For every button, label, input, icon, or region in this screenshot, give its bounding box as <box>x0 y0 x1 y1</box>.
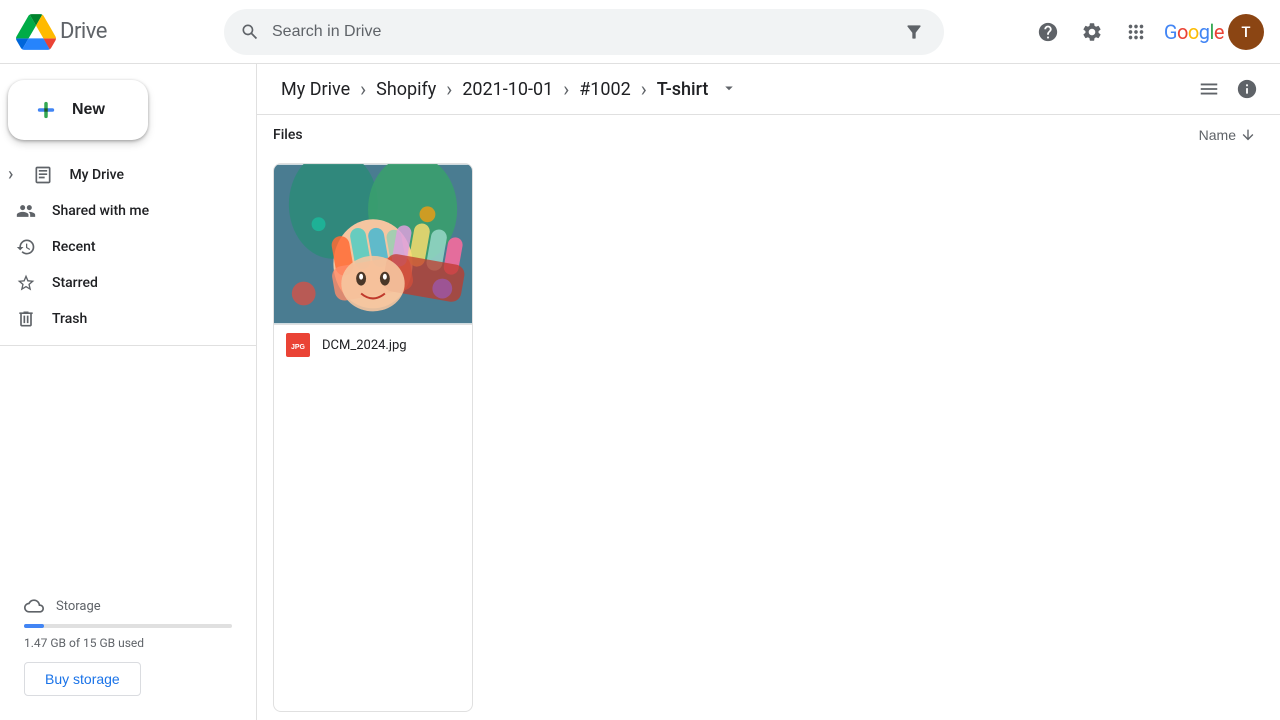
sidebar-item-trash[interactable]: Trash <box>0 301 240 337</box>
settings-icon <box>1081 21 1103 43</box>
sidebar-item-label-shared: Shared with me <box>52 203 149 219</box>
settings-button[interactable] <box>1072 12 1112 52</box>
search-bar <box>224 9 944 55</box>
drive-logo-icon <box>16 12 56 52</box>
trash-icon <box>16 309 36 329</box>
filter-icon <box>904 22 924 42</box>
sort-button[interactable]: Name <box>1191 123 1264 147</box>
content-area: My Drive › Shopify › 2021-10-01 › #1002 … <box>256 64 1280 720</box>
breadcrumb: My Drive › Shopify › 2021-10-01 › #1002 … <box>273 75 1192 104</box>
file-info: JPG DCM_2024.jpg <box>274 324 472 365</box>
header-actions: Google T <box>1028 12 1264 52</box>
info-icon <box>1236 78 1258 100</box>
starred-icon <box>16 273 36 293</box>
new-button[interactable]: New <box>8 80 148 140</box>
sidebar-item-starred[interactable]: Starred <box>0 265 240 301</box>
sidebar: New › My Drive Shared with me Recent <box>0 64 256 720</box>
sidebar-item-recent[interactable]: Recent <box>0 229 240 265</box>
breadcrumb-shopify[interactable]: Shopify <box>368 75 444 104</box>
breadcrumb-sep-2: › <box>444 77 454 101</box>
storage-used-text: 1.47 GB of 15 GB used <box>24 636 232 650</box>
breadcrumb-date[interactable]: 2021-10-01 <box>454 75 561 104</box>
info-button[interactable] <box>1230 72 1264 106</box>
storage-label-text: Storage <box>56 599 101 614</box>
breadcrumb-sep-4: › <box>639 77 649 101</box>
logo-link[interactable]: Drive <box>16 12 216 52</box>
apps-button[interactable] <box>1116 12 1156 52</box>
avatar[interactable]: T <box>1228 14 1264 50</box>
sort-arrow-icon <box>1240 127 1256 143</box>
breadcrumb-id[interactable]: #1002 <box>571 75 639 104</box>
header: Drive Google <box>0 0 1280 64</box>
shared-with-me-icon <box>16 201 36 221</box>
buy-storage-button[interactable]: Buy storage <box>24 662 141 696</box>
file-thumbnail-image <box>274 164 472 324</box>
file-card[interactable]: JPG DCM_2024.jpg <box>273 163 473 712</box>
my-drive-chevron-icon: › <box>8 164 13 185</box>
google-text: Google <box>1164 20 1224 44</box>
breadcrumb-dropdown-button[interactable] <box>716 75 742 104</box>
svg-text:JPG: JPG <box>291 344 306 351</box>
file-thumbnail <box>274 164 472 324</box>
help-icon <box>1037 21 1059 43</box>
sidebar-item-my-drive[interactable]: › My Drive <box>0 156 240 193</box>
chevron-down-icon <box>720 79 738 97</box>
breadcrumb-sep-3: › <box>561 77 571 101</box>
breadcrumb-my-drive[interactable]: My Drive <box>273 75 358 104</box>
list-view-icon <box>1198 78 1220 100</box>
breadcrumb-current[interactable]: T-shirt <box>649 75 717 104</box>
help-button[interactable] <box>1028 12 1068 52</box>
sidebar-item-label-trash: Trash <box>52 311 87 327</box>
main-layout: New › My Drive Shared with me Recent <box>0 64 1280 720</box>
apps-icon <box>1125 21 1147 43</box>
search-icon <box>240 22 260 42</box>
sort-label: Name <box>1199 127 1236 143</box>
sidebar-item-label-my-drive: My Drive <box>69 167 124 183</box>
storage-bar-fill <box>24 624 44 628</box>
new-button-label: New <box>72 101 105 119</box>
storage-section: Storage 1.47 GB of 15 GB used Buy storag… <box>0 580 256 712</box>
app-title: Drive <box>60 19 107 44</box>
sidebar-item-label-starred: Starred <box>52 275 98 291</box>
my-drive-icon <box>33 165 53 185</box>
plus-icon <box>32 96 60 124</box>
files-grid: JPG DCM_2024.jpg <box>257 155 1280 720</box>
recent-icon <box>16 237 36 257</box>
files-header: Files Name <box>257 115 1280 155</box>
search-filter-button[interactable] <box>900 18 928 46</box>
content-view-actions <box>1192 72 1264 106</box>
sidebar-item-shared-with-me[interactable]: Shared with me <box>0 193 240 229</box>
grid-view-button[interactable] <box>1192 72 1226 106</box>
sidebar-item-label-recent: Recent <box>52 239 96 255</box>
files-label: Files <box>273 127 303 143</box>
storage-cloud-icon <box>24 596 44 616</box>
breadcrumb-sep-1: › <box>358 77 368 101</box>
file-jpg-icon: JPG <box>286 333 310 357</box>
storage-bar-background <box>24 624 232 628</box>
sidebar-divider <box>0 345 256 346</box>
search-input[interactable] <box>272 23 888 41</box>
file-name: DCM_2024.jpg <box>322 338 407 353</box>
